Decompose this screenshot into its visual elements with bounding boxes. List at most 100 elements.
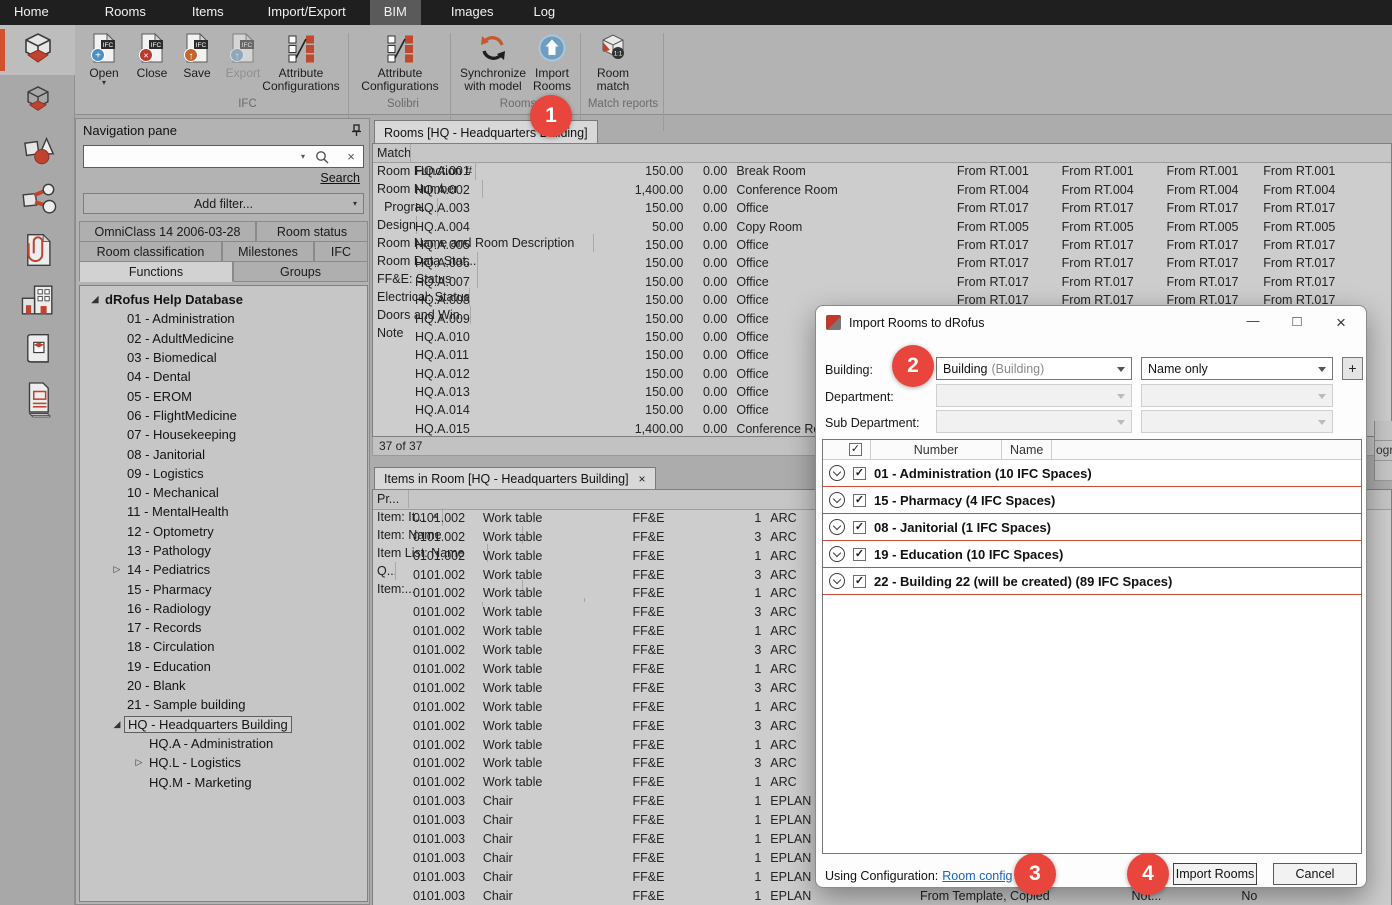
- sidebar-systems-icon[interactable]: [0, 175, 75, 225]
- close-tab-icon[interactable]: ×: [639, 472, 646, 486]
- open-button[interactable]: IFC+ Open ▾: [82, 31, 126, 86]
- tree-item[interactable]: 18 - Circulation: [80, 637, 367, 656]
- tree-item[interactable]: 10 - Mechanical: [80, 483, 367, 502]
- minimize-icon[interactable]: —: [1238, 313, 1268, 333]
- tab-ifc[interactable]: IFC: [314, 241, 368, 262]
- tree-item[interactable]: 04 - Dental: [80, 367, 367, 386]
- tree-item[interactable]: 02 - AdultMedicine: [80, 329, 367, 348]
- tab-omniclass[interactable]: OmniClass 14 2006-03-28: [79, 221, 256, 242]
- tree-item[interactable]: 16 - Radiology: [80, 599, 367, 618]
- tree-item[interactable]: 08 - Janitorial: [80, 444, 367, 463]
- dialog-title-bar[interactable]: Import Rooms to dRofus — □ ×: [816, 306, 1366, 339]
- tab-room-classification[interactable]: Room classification: [79, 241, 222, 262]
- save-button[interactable]: IFC↑ Save: [176, 31, 218, 80]
- space-group-row[interactable]: ✓01 - Administration (10 IFC Spaces): [823, 460, 1361, 487]
- pin-icon[interactable]: [351, 124, 362, 137]
- tree-item[interactable]: 03 - Biomedical: [80, 348, 367, 367]
- collapse-icon[interactable]: ◢: [110, 719, 124, 730]
- expand-icon[interactable]: ▷: [110, 564, 124, 575]
- space-group-row[interactable]: ✓19 - Education (10 IFC Spaces): [823, 541, 1361, 568]
- tree-item[interactable]: ▷HQ.L - Logistics: [80, 753, 367, 772]
- tree-item[interactable]: 19 - Education: [80, 657, 367, 676]
- tree-item[interactable]: ◢dRofus Help Database: [80, 290, 367, 309]
- add-filter-button[interactable]: Add filter... ▾: [83, 193, 364, 214]
- tree-item[interactable]: 15 - Pharmacy: [80, 579, 367, 598]
- attribute-configurations-ifc-button[interactable]: Attribute Configurations: [260, 31, 342, 93]
- attribute-configurations-solibri-button[interactable]: Attribute Configurations: [359, 31, 441, 93]
- search-history-caret-icon[interactable]: ▾: [291, 152, 315, 161]
- search-icon[interactable]: [315, 150, 339, 164]
- sidebar-items-icon[interactable]: [0, 125, 75, 175]
- tree-item[interactable]: HQ.A - Administration: [80, 734, 367, 753]
- tab-milestones[interactable]: Milestones: [222, 241, 314, 262]
- tree-item[interactable]: ▷14 - Pediatrics: [80, 560, 367, 579]
- group-checkbox[interactable]: ✓: [853, 467, 866, 480]
- sidebar-attachments-icon[interactable]: [0, 225, 75, 275]
- menu-images[interactable]: Images: [437, 0, 508, 25]
- group-checkbox[interactable]: ✓: [853, 548, 866, 561]
- expand-group-icon[interactable]: [829, 465, 845, 481]
- tree-item[interactable]: ◢HQ - Headquarters Building: [80, 715, 367, 734]
- expand-group-icon[interactable]: [829, 573, 845, 589]
- clear-search-icon[interactable]: ×: [339, 149, 363, 164]
- expand-icon[interactable]: ▷: [132, 757, 146, 768]
- items-in-room-tab[interactable]: Items in Room [HQ - Headquarters Buildin…: [374, 467, 656, 490]
- expand-group-icon[interactable]: [829, 519, 845, 535]
- room-config-link[interactable]: Room config: [942, 869, 1012, 883]
- tree-item[interactable]: 13 - Pathology: [80, 541, 367, 560]
- tree-item[interactable]: 06 - FlightMedicine: [80, 406, 367, 425]
- menu-items[interactable]: Items: [178, 0, 238, 25]
- menu-bim[interactable]: BIM: [370, 0, 421, 25]
- number-column-header[interactable]: Number: [871, 443, 1001, 457]
- tree-item[interactable]: HQ.M - Marketing: [80, 772, 367, 791]
- room-row[interactable]: HQ.A.005150.000.00OfficeFrom RT.017From …: [373, 237, 1391, 255]
- sidebar-rooms-icon[interactable]: [0, 25, 75, 75]
- group-checkbox[interactable]: ✓: [853, 521, 866, 534]
- synchronize-with-model-button[interactable]: Synchronize with model: [460, 31, 526, 93]
- room-row[interactable]: HQ.A.00450.000.00Copy RoomFrom RT.005Fro…: [373, 219, 1391, 237]
- tree-item[interactable]: 07 - Housekeeping: [80, 425, 367, 444]
- tab-groups[interactable]: Groups: [233, 261, 368, 282]
- sidebar-reports-icon[interactable]: [0, 375, 75, 425]
- sidebar-catalog-icon[interactable]: [0, 325, 75, 375]
- collapse-icon[interactable]: ◢: [88, 294, 102, 305]
- tree-item[interactable]: 21 - Sample building: [80, 695, 367, 714]
- expand-group-icon[interactable]: [829, 492, 845, 508]
- tree-item[interactable]: 05 - EROM: [80, 386, 367, 405]
- import-rooms-button[interactable]: Import Rooms: [528, 31, 576, 93]
- open-dropdown-caret[interactable]: ▾: [82, 80, 126, 86]
- tree-item[interactable]: 17 - Records: [80, 618, 367, 637]
- room-match-button[interactable]: 1:1 Room match: [587, 31, 639, 93]
- menu-import-export[interactable]: Import/Export: [254, 0, 360, 25]
- space-group-row[interactable]: ✓22 - Building 22 (will be created) (89 …: [823, 568, 1361, 595]
- room-row[interactable]: HQ.A.0021,400.000.00Conference RoomFrom …: [373, 182, 1391, 200]
- menu-log[interactable]: Log: [519, 0, 569, 25]
- menu-home[interactable]: Home: [0, 0, 63, 25]
- tree-item[interactable]: 01 - Administration: [80, 309, 367, 328]
- cancel-button[interactable]: Cancel: [1273, 863, 1357, 885]
- add-level-button[interactable]: +: [1342, 357, 1363, 380]
- menu-rooms[interactable]: Rooms: [91, 0, 160, 25]
- room-row[interactable]: HQ.A.001150.000.00Break RoomFrom RT.001F…: [373, 163, 1391, 181]
- tree-item[interactable]: 11 - MentalHealth: [80, 502, 367, 521]
- item-row[interactable]: 0101.003ChairFF&E1EPLANFrom Template, Co…: [373, 888, 1391, 905]
- building-select[interactable]: Building (Building): [936, 357, 1132, 380]
- tab-functions[interactable]: Functions: [79, 261, 233, 282]
- maximize-icon[interactable]: □: [1282, 313, 1312, 333]
- group-checkbox[interactable]: ✓: [853, 494, 866, 507]
- name-column-header[interactable]: Name: [1002, 443, 1043, 457]
- rooms-header-row[interactable]: MatchRoom Function #Room NumberProgra...…: [373, 144, 594, 162]
- expand-group-icon[interactable]: [829, 546, 845, 562]
- close-button[interactable]: IFC× Close: [130, 31, 174, 80]
- name-mode-select[interactable]: Name only: [1141, 357, 1333, 380]
- items-header-row[interactable]: Pr...Item: It...Item: NameItem List: Nam…: [373, 490, 585, 509]
- tab-room-status[interactable]: Room status: [256, 221, 368, 242]
- sidebar-buildings-icon[interactable]: [0, 275, 75, 325]
- space-group-row[interactable]: ✓15 - Pharmacy (4 IFC Spaces): [823, 487, 1361, 514]
- import-rooms-confirm-button[interactable]: Import Rooms: [1173, 863, 1257, 885]
- sidebar-room-templates-icon[interactable]: [0, 75, 75, 125]
- close-icon[interactable]: ×: [1326, 313, 1356, 333]
- select-all-checkbox[interactable]: ✓: [849, 443, 862, 456]
- room-row[interactable]: HQ.A.007150.000.00OfficeFrom RT.017From …: [373, 274, 1391, 292]
- group-checkbox[interactable]: ✓: [853, 575, 866, 588]
